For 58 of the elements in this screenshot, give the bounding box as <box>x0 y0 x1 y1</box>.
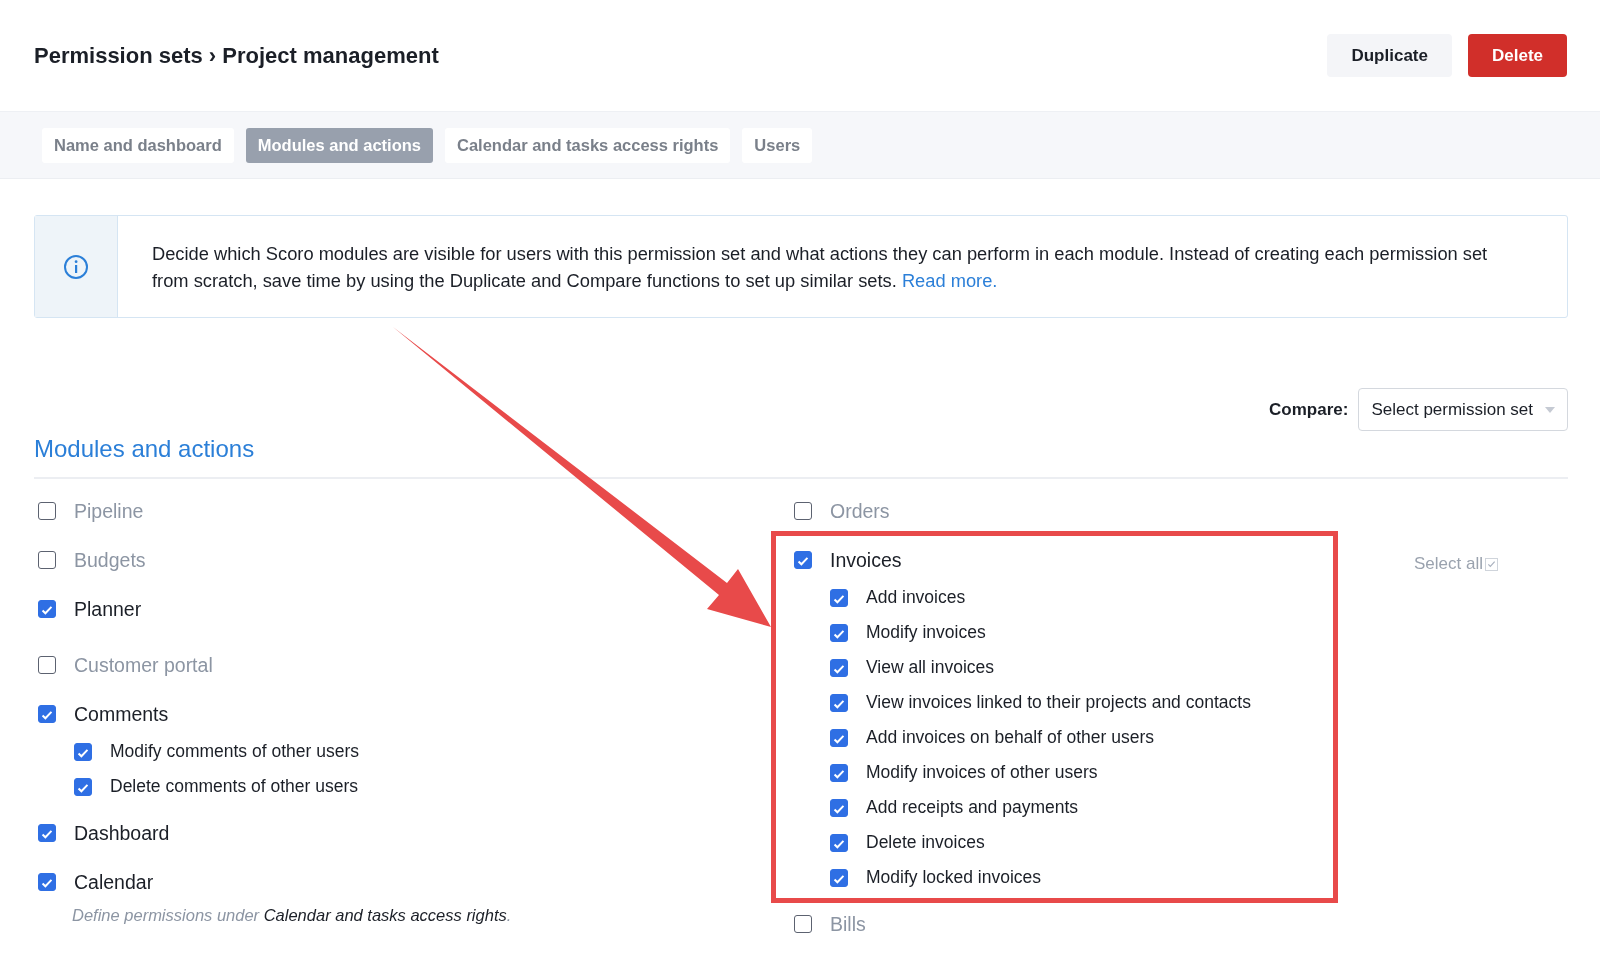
module-label: Invoices <box>830 548 902 572</box>
checkbox[interactable] <box>38 502 56 520</box>
checkbox[interactable] <box>830 798 848 817</box>
tab[interactable]: Modules and actions <box>245 127 433 163</box>
permission-set-dropdown[interactable]: Select permission set <box>1358 388 1568 431</box>
action-label: Modify invoices of other users <box>866 762 1098 783</box>
checkbox[interactable] <box>794 502 812 520</box>
checkbox[interactable] <box>38 873 56 891</box>
checkbox[interactable] <box>38 600 56 618</box>
checkbox[interactable] <box>830 833 848 852</box>
checkbox[interactable] <box>830 693 848 712</box>
tab[interactable]: Users <box>742 127 813 163</box>
checkbox[interactable] <box>830 868 848 887</box>
delete-button[interactable]: Delete <box>1467 34 1567 77</box>
calendar-note: Define permissions under Calendar and tasks access rights. <box>71 906 513 925</box>
module-label: Calendar <box>74 870 154 894</box>
compare-label: Compare: <box>1269 399 1349 420</box>
checkbox[interactable] <box>38 824 56 842</box>
module-label: Pipeline <box>74 499 144 523</box>
checkbox[interactable] <box>38 656 56 674</box>
action-label: Add invoices <box>866 587 966 608</box>
checkbox[interactable] <box>74 777 92 796</box>
checkbox[interactable] <box>794 551 812 569</box>
duplicate-button[interactable]: Duplicate <box>1327 34 1452 77</box>
read-more-link[interactable]: Read more. <box>901 269 998 291</box>
action-label: Add receipts and payments <box>866 797 1079 818</box>
action-label: View invoices linked to their projects and contacts <box>866 692 1251 713</box>
action-label: Modify locked invoices <box>866 867 1042 888</box>
page-title: Permission sets › Project management <box>34 42 439 69</box>
action-label: Delete invoices <box>866 832 985 853</box>
tab[interactable]: Calendar and tasks access rights <box>445 127 731 163</box>
checkbox[interactable] <box>74 742 92 761</box>
checkbox[interactable] <box>830 658 848 677</box>
module-label: Customer portal <box>74 653 213 677</box>
module-label: Dashboard <box>74 821 170 845</box>
select-all-checkbox[interactable] <box>1485 557 1498 571</box>
checkbox[interactable] <box>38 705 56 723</box>
action-label: Add invoices on behalf of other users <box>866 727 1154 748</box>
checkbox[interactable] <box>830 623 848 642</box>
select-all-label[interactable]: Select all <box>1414 554 1483 574</box>
module-label: Planner <box>74 597 142 621</box>
module-label: Bills <box>830 912 866 936</box>
checkbox[interactable] <box>794 915 812 933</box>
checkbox[interactable] <box>830 728 848 747</box>
action-label: View all invoices <box>866 657 995 678</box>
checkbox[interactable] <box>830 588 848 607</box>
info-text: Decide which Scoro modules are visible for users with this permission set and what actions they can perform in each module. Instead of creating each permission set from scratch, save time by using the Duplicate and Compare functions to set up similar sets. Read more. <box>151 241 1489 293</box>
checkbox[interactable] <box>830 763 848 782</box>
module-label: Orders <box>830 499 890 523</box>
module-label: Budgets <box>74 548 146 572</box>
dropdown-caret-icon <box>1545 406 1555 413</box>
module-label: Comments <box>74 702 169 726</box>
tab[interactable]: Name and dashboard <box>42 127 234 163</box>
action-label: Delete comments of other users <box>110 776 359 797</box>
action-label: Modify invoices <box>866 622 986 643</box>
info-icon <box>63 253 89 280</box>
checkbox[interactable] <box>38 551 56 569</box>
action-label: Modify comments of other users <box>110 741 359 762</box>
